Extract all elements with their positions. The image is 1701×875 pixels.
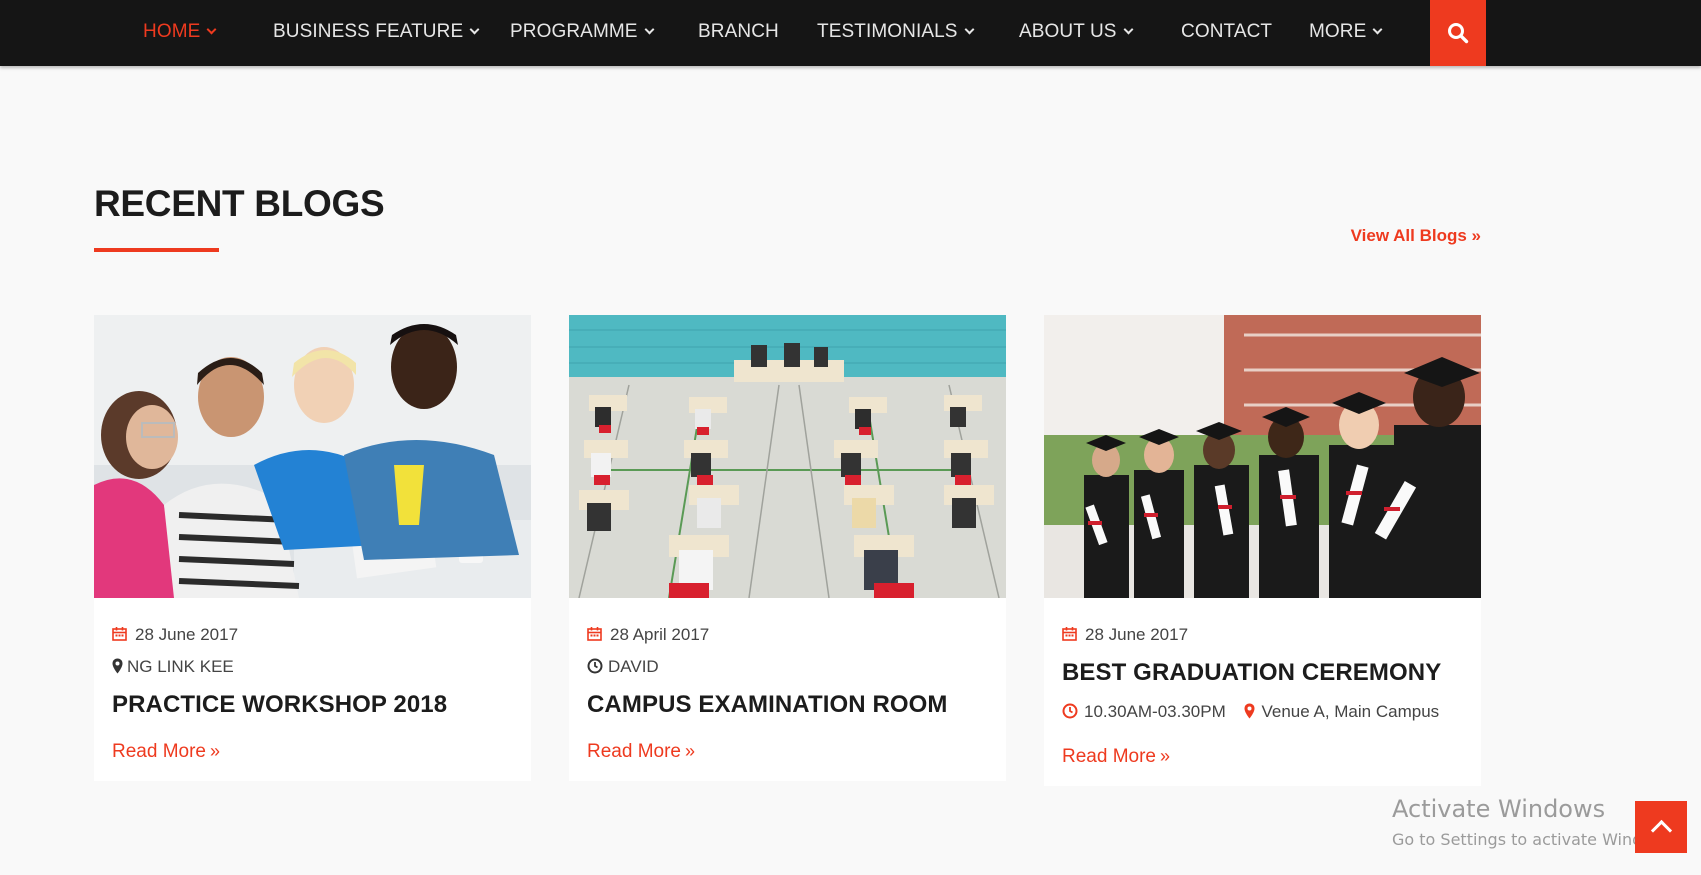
- title-underline: [94, 248, 219, 252]
- event-date-text: 28 June 2017: [1085, 625, 1189, 644]
- event-time: 10.30AM-03.30PM: [1062, 698, 1226, 726]
- event-card: 28 June 2017 BEST GRADUATION CEREMONY 10…: [1044, 315, 1481, 786]
- read-more-label: Read More: [1062, 746, 1156, 767]
- nav-more[interactable]: MORE: [1309, 0, 1383, 66]
- chevron-down-icon: [469, 24, 480, 35]
- chevron-down-icon: [1372, 24, 1383, 35]
- blog-card: 28 April 2017 DAVID CAMPUS EXAMINATION R…: [569, 315, 1006, 781]
- clock-icon: [1062, 703, 1078, 719]
- nav-about-us[interactable]: ABOUT US: [1019, 0, 1134, 66]
- event-date: 28 June 2017: [1062, 622, 1463, 654]
- read-more-label: Read More: [587, 741, 681, 762]
- search-button[interactable]: [1430, 0, 1486, 66]
- nav-programme-label: PROGRAMME: [510, 21, 638, 42]
- read-more-link[interactable]: Read More»: [587, 741, 695, 763]
- event-title[interactable]: BEST GRADUATION CEREMONY: [1062, 656, 1463, 690]
- nav-about-us-label: ABOUT US: [1019, 21, 1117, 42]
- map-marker-icon: [112, 658, 123, 674]
- nav-contact[interactable]: CONTACT: [1181, 0, 1272, 66]
- nav-branch-label: BRANCH: [698, 21, 779, 42]
- nav-testimonials[interactable]: TESTIMONIALS: [817, 0, 975, 66]
- nav-home-label: HOME: [143, 21, 201, 42]
- blog-image[interactable]: [1044, 315, 1481, 598]
- double-chevron-right-icon: »: [685, 741, 696, 761]
- chevron-down-icon: [964, 24, 975, 35]
- chevron-down-icon: [206, 24, 217, 35]
- calendar-icon: [1062, 627, 1077, 641]
- blog-image[interactable]: [569, 315, 1006, 598]
- exam-hall-photo: [569, 315, 1006, 598]
- nav-home[interactable]: HOME: [143, 0, 217, 66]
- event-details: 10.30AM-03.30PM Venue A, Main Campus: [1062, 698, 1463, 726]
- chevron-up-icon: [1650, 819, 1673, 842]
- event-venue: Venue A, Main Campus: [1244, 698, 1439, 726]
- nav-more-label: MORE: [1309, 21, 1367, 42]
- blog-date-text: 28 June 2017: [135, 625, 239, 644]
- blog-author-text: NG LINK KEE: [127, 657, 234, 676]
- nav-business-feature-label: BUSINESS FEATURE: [273, 21, 464, 42]
- read-more-label: Read More: [112, 741, 206, 762]
- calendar-icon: [587, 627, 602, 641]
- event-time-text: 10.30AM-03.30PM: [1084, 702, 1226, 721]
- blog-date-text: 28 April 2017: [610, 625, 710, 644]
- students-at-desk-photo: [94, 315, 531, 598]
- blog-card: 28 June 2017 NG LINK KEE PRACTICE WORKSH…: [94, 315, 531, 781]
- blog-author: NG LINK KEE: [112, 654, 513, 686]
- nav-testimonials-label: TESTIMONIALS: [817, 21, 958, 42]
- blog-date: 28 June 2017: [112, 622, 513, 654]
- chevron-down-icon: [1123, 24, 1134, 35]
- blog-title[interactable]: CAMPUS EXAMINATION ROOM: [587, 688, 988, 722]
- search-icon: [1448, 23, 1469, 44]
- double-chevron-right-icon: »: [1160, 746, 1171, 766]
- activate-windows-title: Activate Windows: [1392, 795, 1606, 823]
- view-all-blogs-link[interactable]: View All Blogs »: [1351, 226, 1481, 246]
- blog-image[interactable]: [94, 315, 531, 598]
- blog-title[interactable]: PRACTICE WORKSHOP 2018: [112, 688, 513, 722]
- calendar-icon: [112, 627, 127, 641]
- scroll-to-top-button[interactable]: [1635, 801, 1687, 853]
- nav-business-feature[interactable]: BUSINESS FEATURE: [273, 0, 480, 66]
- event-venue-text: Venue A, Main Campus: [1261, 702, 1440, 721]
- top-navbar: HOME BUSINESS FEATURE PROGRAMME BRANCH T…: [0, 0, 1701, 66]
- read-more-link[interactable]: Read More»: [112, 741, 220, 763]
- map-marker-icon: [1244, 703, 1255, 719]
- blog-date: 28 April 2017: [587, 622, 988, 654]
- read-more-link[interactable]: Read More»: [1062, 746, 1170, 768]
- nav-branch[interactable]: BRANCH: [698, 0, 779, 66]
- blog-author: DAVID: [587, 654, 988, 686]
- section-title: RECENT BLOGS: [94, 183, 385, 224]
- nav-programme[interactable]: PROGRAMME: [510, 0, 655, 66]
- clock-icon: [587, 658, 603, 674]
- nav-contact-label: CONTACT: [1181, 21, 1273, 42]
- chevron-down-icon: [644, 24, 655, 35]
- graduates-photo: [1044, 315, 1481, 598]
- double-chevron-right-icon: »: [210, 741, 221, 761]
- blog-author-text: DAVID: [608, 657, 659, 676]
